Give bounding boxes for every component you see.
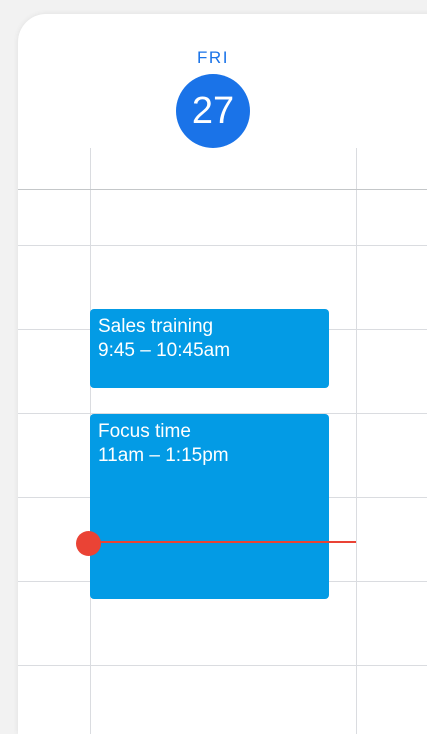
event-focus-time[interactable]: Focus time 11am – 1:15pm — [90, 414, 329, 599]
event-time: 9:45 – 10:45am — [98, 340, 231, 361]
all-day-divider — [18, 189, 427, 190]
event-time: 11am – 1:15pm — [98, 445, 229, 466]
day-header[interactable]: FRI 27 — [176, 48, 250, 148]
hour-gridline — [18, 665, 427, 666]
date-badge[interactable]: 27 — [176, 74, 250, 148]
weekday-label: FRI — [197, 48, 229, 67]
event-title: Focus time — [98, 421, 191, 442]
hour-gridline — [18, 245, 427, 246]
event-sales-training[interactable]: Sales training 9:45 – 10:45am — [90, 309, 329, 388]
event-title: Sales training — [98, 316, 214, 337]
current-time-dot — [76, 531, 101, 556]
day-column-right-border — [356, 148, 357, 734]
calendar-day-view: FRI 27 Sales training 9:45 – 10:45am Foc… — [18, 14, 427, 734]
current-time-line — [90, 541, 356, 543]
